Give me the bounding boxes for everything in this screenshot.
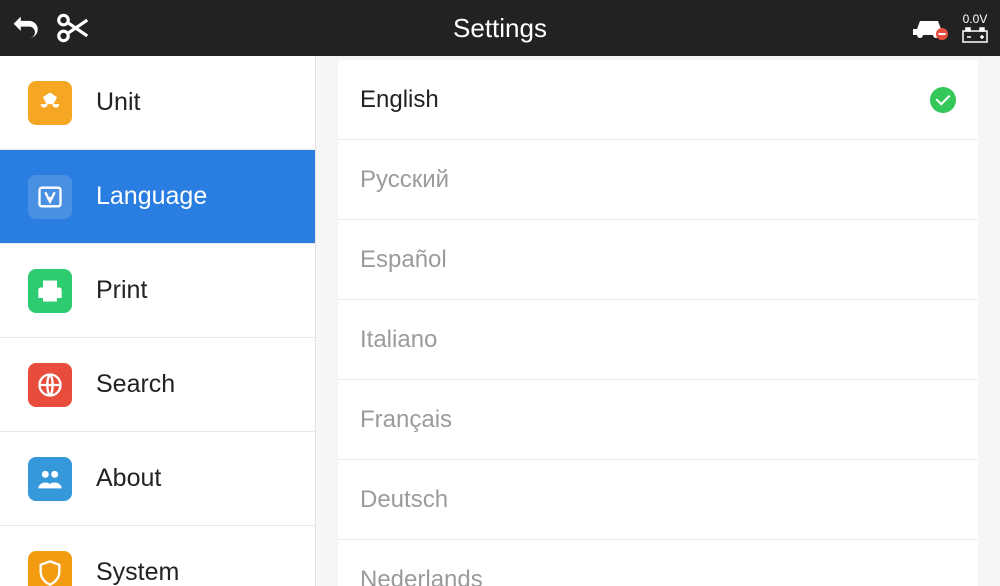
scissors-icon[interactable] bbox=[54, 9, 92, 47]
shield-icon bbox=[28, 551, 72, 586]
sidebar-item-system[interactable]: System bbox=[0, 526, 315, 586]
language-label: Français bbox=[360, 406, 452, 434]
sidebar-item-unit[interactable]: Unit bbox=[0, 56, 315, 150]
sidebar-item-label: System bbox=[96, 558, 179, 586]
sidebar-item-label: Language bbox=[96, 182, 207, 211]
language-option-french[interactable]: Français bbox=[338, 380, 978, 460]
page-title: Settings bbox=[453, 13, 547, 44]
main-content: English Русский Español Italiano Françai… bbox=[316, 56, 1000, 586]
sidebar-item-label: Search bbox=[96, 370, 175, 399]
language-option-english[interactable]: English bbox=[338, 60, 978, 140]
language-option-spanish[interactable]: Español bbox=[338, 220, 978, 300]
voltage-label: 0.0V bbox=[963, 13, 988, 26]
language-option-german[interactable]: Deutsch bbox=[338, 460, 978, 540]
people-icon bbox=[28, 457, 72, 501]
sidebar-item-language[interactable]: Language bbox=[0, 150, 315, 244]
selected-check-icon bbox=[930, 87, 956, 113]
vehicle-status-icon bbox=[912, 9, 954, 48]
globe-icon bbox=[28, 363, 72, 407]
sidebar-item-search[interactable]: Search bbox=[0, 338, 315, 432]
print-icon bbox=[28, 269, 72, 313]
language-label: Italiano bbox=[360, 326, 437, 354]
language-option-italian[interactable]: Italiano bbox=[338, 300, 978, 380]
language-label: Nederlands bbox=[360, 566, 483, 586]
language-label: English bbox=[360, 86, 439, 114]
sidebar-item-label: Print bbox=[96, 276, 147, 305]
sidebar: Unit Language Print Search About bbox=[0, 56, 316, 586]
sidebar-item-label: Unit bbox=[96, 88, 140, 117]
back-icon[interactable] bbox=[8, 11, 42, 45]
battery-status: 0.0V bbox=[962, 13, 988, 42]
language-list: English Русский Español Italiano Françai… bbox=[338, 60, 978, 586]
scales-icon bbox=[28, 81, 72, 125]
sidebar-item-label: About bbox=[96, 464, 161, 493]
language-label: Русский bbox=[360, 166, 449, 194]
language-label: Deutsch bbox=[360, 486, 448, 514]
header: Settings 0.0V bbox=[0, 0, 1000, 56]
sidebar-item-about[interactable]: About bbox=[0, 432, 315, 526]
language-label: Español bbox=[360, 246, 447, 274]
language-icon bbox=[28, 175, 72, 219]
language-option-dutch[interactable]: Nederlands bbox=[338, 540, 978, 586]
sidebar-item-print[interactable]: Print bbox=[0, 244, 315, 338]
language-option-russian[interactable]: Русский bbox=[338, 140, 978, 220]
